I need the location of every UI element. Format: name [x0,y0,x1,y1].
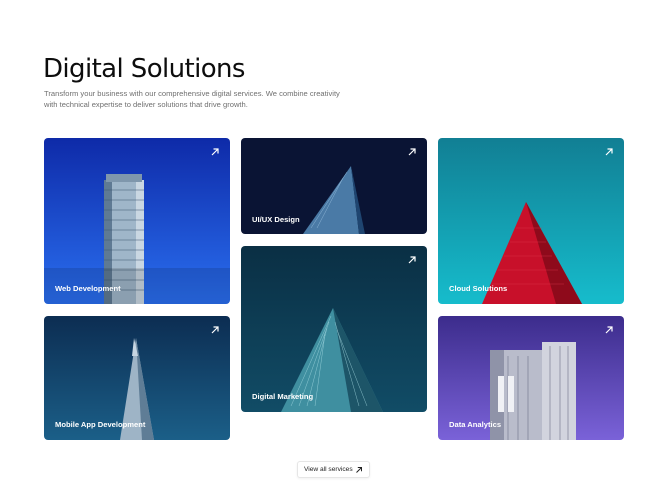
arrow-up-right-icon [605,148,613,156]
arrow-up-right-icon [408,256,416,264]
page-title: Digital Solutions [43,54,245,84]
arrow-up-right-icon [211,148,219,156]
service-card-label: Mobile App Development [55,420,146,429]
service-card-mobile-app-development[interactable]: Mobile App Development [44,316,230,440]
arrow-up-right-icon [356,467,362,473]
cloud-solutions-image [438,138,624,304]
view-all-services-button[interactable]: View all services [297,461,370,478]
digital-marketing-image [241,246,427,412]
service-card-label: UI/UX Design [252,215,300,224]
service-card-label: Digital Marketing [252,392,314,401]
web-development-image [44,138,230,304]
page-subtitle: Transform your business with our compreh… [44,89,340,109]
arrow-up-right-icon [605,326,613,334]
arrow-up-right-icon [211,326,219,334]
arrow-up-right-icon [408,148,416,156]
service-card-web-development[interactable]: Web Development [44,138,230,304]
service-card-digital-marketing[interactable]: Digital Marketing [241,246,427,412]
service-card-label: Data Analytics [449,420,502,429]
service-card-ui-ux-design[interactable]: UI/UX Design [241,138,427,234]
service-card-cloud-solutions[interactable]: Cloud Solutions [438,138,624,304]
view-all-services-label: View all services [304,466,353,473]
service-card-label: Web Development [55,284,121,293]
service-card-label: Cloud Solutions [449,284,508,293]
service-card-data-analytics[interactable]: Data Analytics [438,316,624,440]
